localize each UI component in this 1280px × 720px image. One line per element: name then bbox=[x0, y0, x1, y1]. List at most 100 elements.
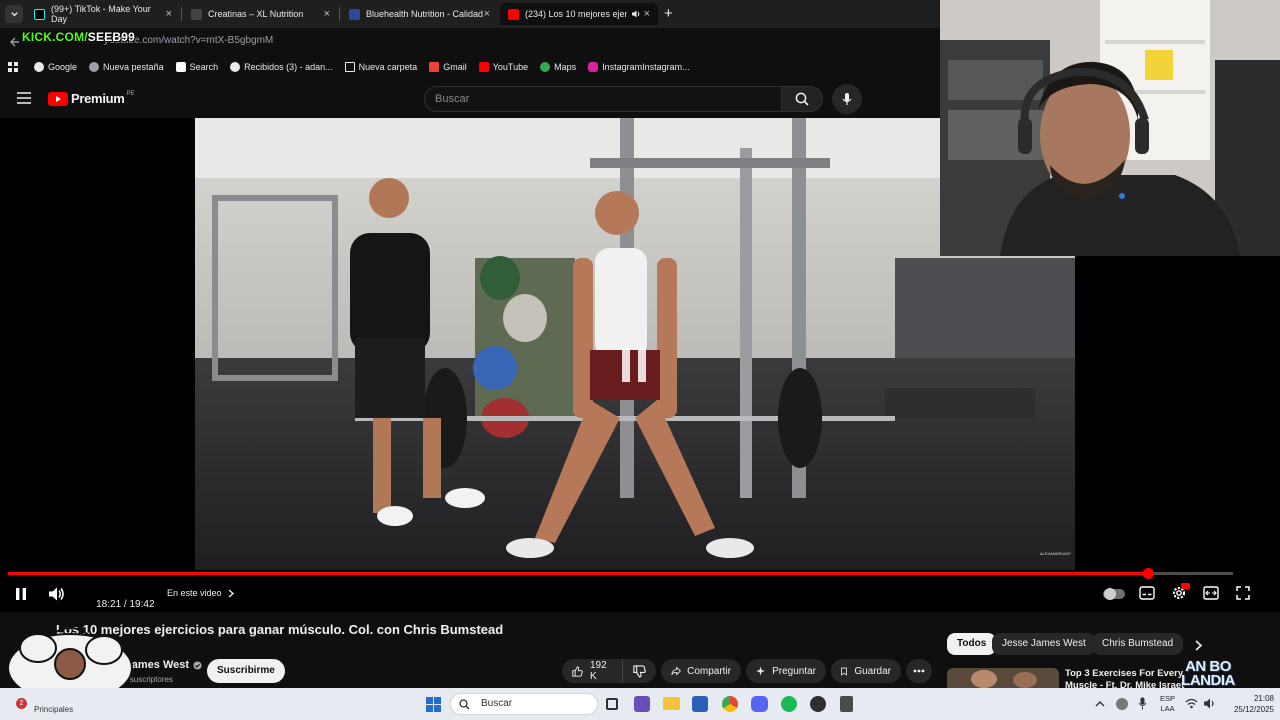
recommended-title[interactable]: Top 3 Exercises For Every Muscle - Ft. D… bbox=[1065, 668, 1185, 688]
widgets-label[interactable]: Principales bbox=[34, 705, 73, 714]
bookmark-google[interactable]: Google bbox=[34, 62, 77, 72]
google-icon bbox=[230, 62, 241, 72]
youtube-icon bbox=[478, 62, 489, 72]
bookmark-maps[interactable]: Maps bbox=[540, 62, 576, 72]
chevron-right-icon[interactable] bbox=[1194, 640, 1203, 651]
recommended-thumbnail[interactable] bbox=[947, 668, 1059, 688]
voice-search-button[interactable] bbox=[832, 84, 862, 114]
sparkle-icon bbox=[756, 666, 766, 676]
obs-icon[interactable] bbox=[810, 696, 826, 712]
chip-all[interactable]: Todos bbox=[947, 633, 997, 655]
autoplay-knob bbox=[1104, 588, 1116, 600]
theater-mode-icon[interactable] bbox=[1203, 586, 1219, 600]
browser-tab-strip: (99+) TikTok - Make Your Day × Creatinas… bbox=[0, 0, 940, 28]
volume-icon[interactable] bbox=[48, 586, 65, 602]
windows-start-icon[interactable] bbox=[426, 697, 441, 712]
like-button[interactable]: 192 K bbox=[562, 659, 622, 683]
bookmark-new-tab[interactable]: Nueva pestaña bbox=[89, 62, 164, 72]
address-bar-row: youtube.com/watch?v=mtX-B5gbgmM bbox=[0, 28, 940, 56]
subtitles-icon[interactable] bbox=[1139, 586, 1155, 600]
autoplay-toggle[interactable] bbox=[1103, 588, 1125, 600]
settings-button[interactable] bbox=[1171, 583, 1190, 606]
fullscreen-icon[interactable] bbox=[1236, 586, 1250, 600]
chevron-down-icon bbox=[10, 11, 18, 16]
search-icon bbox=[175, 62, 186, 72]
chip-jesse-james-west[interactable]: Jesse James West bbox=[992, 633, 1096, 655]
search-input[interactable]: Buscar bbox=[424, 86, 782, 112]
bookmark-gmail[interactable]: Gmail bbox=[429, 62, 467, 72]
progress-bar[interactable] bbox=[8, 568, 1233, 579]
youtube-icon bbox=[508, 8, 519, 20]
language-indicator[interactable]: ESP LAA bbox=[1160, 694, 1175, 714]
speaker-icon[interactable] bbox=[631, 9, 641, 19]
chip-chris-bumstead[interactable]: Chris Bumstead bbox=[1092, 633, 1184, 655]
tab-tiktok[interactable]: (99+) TikTok - Make Your Day × bbox=[26, 3, 180, 25]
new-tab-button[interactable]: + bbox=[664, 5, 673, 22]
share-button[interactable]: Compartir bbox=[661, 659, 741, 683]
tab-creatinas[interactable]: Creatinas – XL Nutrition × bbox=[183, 3, 338, 25]
file-explorer-icon[interactable] bbox=[663, 697, 680, 710]
apps-grid-icon[interactable] bbox=[8, 62, 18, 72]
search-icon bbox=[795, 92, 809, 106]
thumbs-down-icon bbox=[633, 664, 646, 678]
bookmark-instagram[interactable]: InstagramInstagram... bbox=[588, 62, 690, 72]
tab-youtube[interactable]: (234) Los 10 mejores ejercic × bbox=[500, 3, 658, 25]
discord-icon[interactable] bbox=[751, 696, 768, 712]
tray-app-icon[interactable] bbox=[1116, 698, 1128, 710]
tab-list-dropdown[interactable] bbox=[5, 5, 23, 23]
youtube-premium-logo[interactable]: Premium PE bbox=[48, 91, 135, 106]
calculator-icon[interactable] bbox=[840, 696, 853, 712]
google-icon bbox=[34, 62, 44, 72]
spotify-icon[interactable] bbox=[781, 696, 797, 712]
tab-label: (234) Los 10 mejores ejercic bbox=[525, 9, 627, 19]
wifi-icon[interactable] bbox=[1185, 698, 1198, 709]
bookmark-folder[interactable]: Nueva carpeta bbox=[344, 62, 417, 72]
bookmark-inbox[interactable]: Recibidos (3) - adan... bbox=[230, 62, 333, 72]
windows-taskbar: 2 Principales Buscar ESP LAA 21:08 25/12… bbox=[0, 688, 1280, 720]
tab-bluehealth[interactable]: Bluehealth Nutrition - Calidad G × bbox=[341, 3, 498, 25]
save-button[interactable]: Guardar bbox=[831, 659, 901, 683]
microphone-icon[interactable] bbox=[1138, 697, 1147, 710]
chapters-button[interactable]: En este video bbox=[167, 588, 235, 598]
store-icon[interactable] bbox=[692, 696, 708, 712]
player-controls: 18:21 / 19:42 En este video bbox=[0, 578, 1280, 610]
more-actions-button[interactable] bbox=[906, 659, 932, 683]
pause-icon[interactable] bbox=[15, 587, 27, 601]
close-icon[interactable]: × bbox=[484, 8, 490, 20]
notification-widget[interactable]: 2 bbox=[16, 692, 27, 710]
taskview-icon[interactable] bbox=[606, 698, 618, 710]
ask-button[interactable]: Preguntar bbox=[746, 659, 826, 683]
close-icon[interactable]: × bbox=[324, 8, 330, 20]
chevron-up-icon[interactable] bbox=[1095, 700, 1105, 707]
tab-label: (99+) TikTok - Make Your Day bbox=[51, 4, 151, 24]
taskbar-search-input[interactable]: Buscar bbox=[450, 693, 598, 715]
xl-nutrition-icon bbox=[191, 8, 202, 20]
bookmark-search[interactable]: Search bbox=[175, 62, 218, 72]
chrome-icon[interactable] bbox=[722, 696, 738, 712]
subscribe-button[interactable]: Suscribirme bbox=[207, 659, 285, 683]
notification-count-badge: 2 bbox=[16, 698, 27, 709]
close-icon[interactable]: × bbox=[166, 8, 172, 20]
tab-label: Bluehealth Nutrition - Calidad G bbox=[366, 9, 484, 19]
share-icon bbox=[671, 666, 681, 676]
streamer-webcam bbox=[940, 0, 1280, 256]
bookmark-icon bbox=[841, 667, 848, 676]
dislike-button[interactable] bbox=[622, 659, 656, 683]
maps-pin-icon bbox=[540, 62, 551, 72]
close-icon[interactable]: × bbox=[644, 8, 650, 20]
bluehealth-icon bbox=[349, 8, 360, 20]
menu-icon[interactable] bbox=[17, 92, 31, 104]
more-horizontal-icon bbox=[913, 669, 925, 673]
instagram-icon bbox=[588, 62, 599, 72]
thumbnail-figure bbox=[971, 670, 997, 688]
clock[interactable]: 21:08 25/12/2025 bbox=[1224, 693, 1274, 715]
bookmark-youtube[interactable]: YouTube bbox=[478, 62, 528, 72]
thumbs-up-icon bbox=[572, 665, 583, 677]
volume-icon[interactable] bbox=[1203, 698, 1216, 709]
search-icon bbox=[459, 699, 470, 710]
search-button[interactable] bbox=[781, 86, 823, 112]
app-icon[interactable] bbox=[634, 696, 650, 712]
back-icon[interactable] bbox=[9, 36, 21, 48]
youtube-logo-icon bbox=[48, 91, 68, 106]
streamer-brand-logo: AN BO LANDIA bbox=[1181, 658, 1235, 689]
